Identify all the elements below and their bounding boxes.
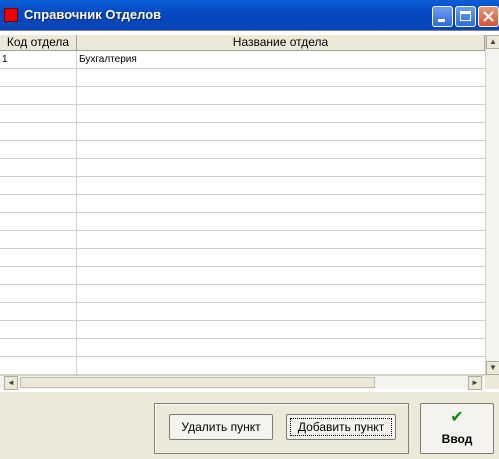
maximize-icon (460, 11, 471, 21)
horizontal-scroll-thumb[interactable] (20, 377, 375, 388)
cell-department-code[interactable] (2, 285, 74, 302)
cell-department-code[interactable] (2, 213, 74, 230)
cell-department-code[interactable] (2, 195, 74, 212)
checkmark-icon: ✔ (450, 409, 464, 426)
enter-button[interactable]: ✔ Ввод (420, 403, 494, 454)
column-header-name[interactable]: Название отдела (77, 35, 485, 51)
cell-department-code[interactable]: 1 (2, 51, 74, 68)
table-row[interactable] (0, 69, 485, 87)
table-row[interactable] (0, 123, 485, 141)
horizontal-scrollbar[interactable]: ◄ ► (0, 375, 485, 390)
cell-department-name[interactable] (79, 195, 479, 212)
minimize-icon (438, 19, 445, 22)
cell-department-code[interactable] (2, 339, 74, 356)
cell-department-code[interactable] (2, 267, 74, 284)
cell-department-code[interactable] (2, 69, 74, 86)
cell-department-code[interactable] (2, 303, 74, 320)
cell-department-name[interactable] (79, 231, 479, 248)
scrollbar-corner (485, 375, 499, 389)
scroll-left-arrow-icon[interactable]: ◄ (4, 376, 18, 390)
table-row[interactable] (0, 249, 485, 267)
table-row[interactable] (0, 267, 485, 285)
table-row[interactable] (0, 321, 485, 339)
cell-department-code[interactable] (2, 87, 74, 104)
cell-department-name[interactable] (79, 303, 479, 320)
window-titlebar[interactable]: Справочник Отделов (0, 0, 499, 30)
scroll-up-arrow-icon[interactable]: ▲ (486, 35, 499, 49)
app-icon (4, 8, 18, 22)
table-row[interactable] (0, 231, 485, 249)
table-row[interactable] (0, 159, 485, 177)
table-row[interactable] (0, 195, 485, 213)
cell-department-code[interactable] (2, 321, 74, 338)
table-body: 1 Бухгалтерия (0, 51, 485, 375)
table-row[interactable] (0, 213, 485, 231)
column-header-code[interactable]: Код отдела (0, 35, 77, 51)
vertical-scrollbar[interactable]: ▲ ▼ (485, 35, 499, 375)
cell-department-name[interactable] (79, 249, 479, 266)
cell-department-code[interactable] (2, 105, 74, 122)
cell-department-name[interactable] (79, 123, 479, 140)
table-row[interactable] (0, 105, 485, 123)
cell-department-name[interactable] (79, 213, 479, 230)
add-item-button[interactable]: Добавить пункт (286, 414, 396, 440)
cell-department-name[interactable] (79, 285, 479, 302)
cell-department-name[interactable] (79, 177, 479, 194)
enter-button-label: Ввод (441, 432, 473, 446)
table-row[interactable] (0, 285, 485, 303)
table-row[interactable] (0, 177, 485, 195)
cell-department-name[interactable] (79, 321, 479, 338)
window-title: Справочник Отделов (24, 7, 162, 22)
cell-department-name[interactable] (79, 357, 479, 374)
cell-department-name[interactable] (79, 105, 479, 122)
table-row[interactable]: 1 Бухгалтерия (0, 51, 485, 69)
table-row[interactable] (0, 303, 485, 321)
table-row[interactable] (0, 339, 485, 357)
cell-department-name[interactable] (79, 339, 479, 356)
cell-department-code[interactable] (2, 249, 74, 266)
table-row[interactable] (0, 357, 485, 375)
cell-department-name[interactable] (79, 141, 479, 158)
close-button[interactable] (478, 6, 499, 27)
departments-grid[interactable]: Код отдела Название отдела 1 Бухгалтерия … (0, 30, 499, 392)
cell-department-code[interactable] (2, 123, 74, 140)
cell-department-code[interactable] (2, 177, 74, 194)
cell-department-name[interactable] (79, 69, 479, 86)
cell-department-code[interactable] (2, 231, 74, 248)
cell-department-name[interactable] (79, 159, 479, 176)
table-row[interactable] (0, 87, 485, 105)
cell-department-name[interactable]: Бухгалтерия (79, 51, 479, 68)
scroll-down-arrow-icon[interactable]: ▼ (486, 361, 499, 375)
scroll-right-arrow-icon[interactable]: ► (468, 376, 482, 390)
cell-department-code[interactable] (2, 141, 74, 158)
cell-department-code[interactable] (2, 159, 74, 176)
cell-department-code[interactable] (2, 357, 74, 374)
minimize-button[interactable] (432, 6, 453, 27)
close-icon (483, 11, 494, 22)
cell-department-name[interactable] (79, 267, 479, 284)
maximize-button[interactable] (455, 6, 476, 27)
table-row[interactable] (0, 141, 485, 159)
cell-department-name[interactable] (79, 87, 479, 104)
delete-item-button[interactable]: Удалить пункт (169, 414, 273, 440)
